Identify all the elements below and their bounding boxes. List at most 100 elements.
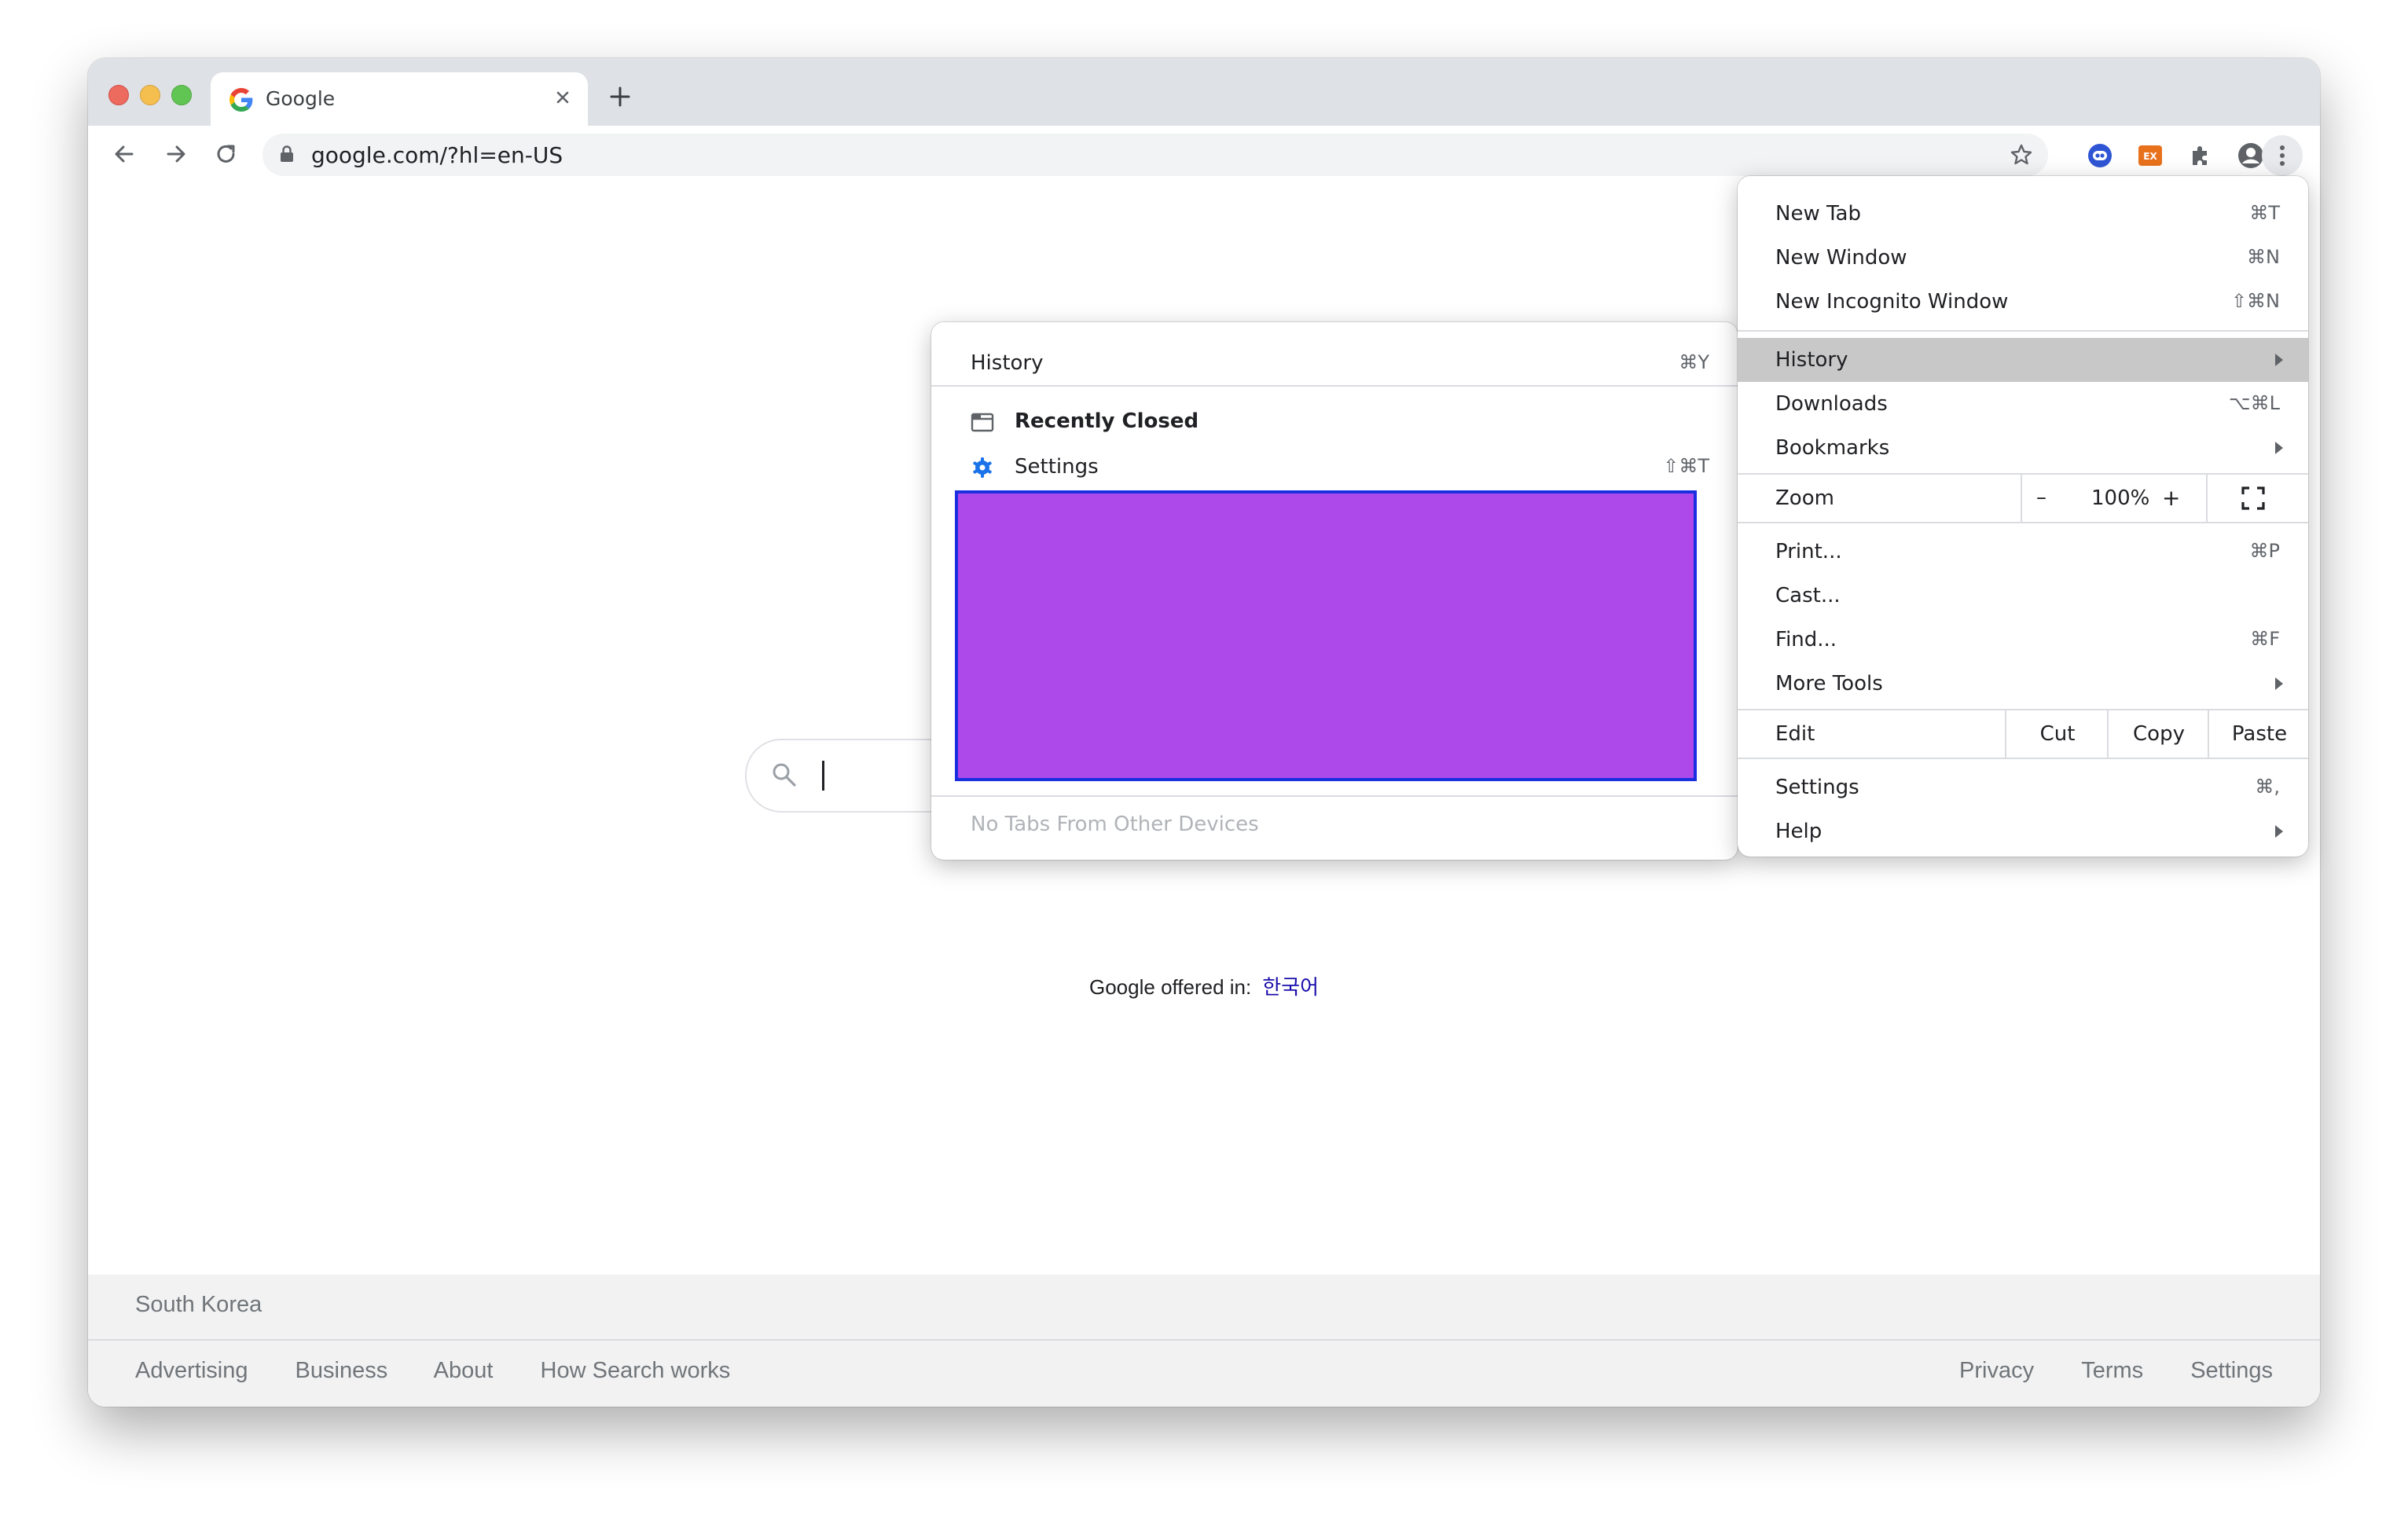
footer-link-settings[interactable]: Settings [2190, 1358, 2273, 1383]
footer-link-advertising[interactable]: Advertising [135, 1358, 248, 1383]
menu-separator [1738, 330, 2308, 332]
menu-separator [1738, 758, 2308, 759]
menu-new-incognito-shortcut: ⇧⌘N [2230, 290, 2280, 312]
menu-downloads[interactable]: Downloads ⌥⌘L [1738, 382, 2308, 426]
close-tab-icon[interactable] [550, 85, 575, 110]
lock-icon[interactable] [280, 145, 294, 163]
menu-find-label: Find... [1775, 628, 1837, 651]
language-offer: Google offered in: 한국어 [88, 971, 2320, 1000]
address-bar[interactable]: google.com/?hl=en-US [262, 134, 2048, 176]
history-menu-item[interactable]: History ⌘Y [931, 341, 1738, 385]
country-label: South Korea [135, 1292, 262, 1317]
footer-link-how-search-works[interactable]: How Search works [541, 1358, 731, 1383]
minimize-window-button[interactable] [140, 85, 160, 105]
url-text[interactable]: google.com/?hl=en-US [311, 142, 563, 168]
menu-history-label: History [1775, 348, 1848, 372]
footer-divider [88, 1339, 2320, 1341]
chrome-menu-button[interactable] [2262, 135, 2303, 176]
menu-new-incognito-window[interactable]: New Incognito Window ⇧⌘N [1738, 280, 2308, 324]
footer-link-privacy[interactable]: Privacy [1959, 1358, 2034, 1383]
recently-closed-header: Recently Closed [931, 399, 1738, 443]
menu-print-label: Print... [1775, 540, 1842, 563]
history-shortcut: ⌘Y [1679, 351, 1709, 373]
history-separator [931, 385, 1738, 387]
new-tab-plus-icon[interactable] [607, 83, 633, 110]
svg-text:EX: EX [2143, 151, 2157, 162]
menu-zoom-row: Zoom – 100% + [1738, 475, 2308, 522]
menu-downloads-label: Downloads [1775, 392, 1888, 416]
copy-button[interactable]: Copy [2107, 710, 2209, 758]
menu-new-window[interactable]: New Window ⌘N [1738, 236, 2308, 280]
menu-bookmarks[interactable]: Bookmarks [1738, 426, 2308, 470]
zoom-out-button[interactable]: – [2036, 486, 2046, 509]
menu-new-tab-label: New Tab [1775, 202, 1861, 226]
back-arrow-icon[interactable] [108, 138, 140, 170]
zoom-level: 100% [2091, 486, 2150, 510]
extension-ex-icon[interactable]: EX [2136, 141, 2164, 170]
menu-settings-shortcut: ⌘, [2255, 776, 2280, 798]
bookmark-star-icon[interactable] [2009, 142, 2034, 167]
menu-new-tab-shortcut: ⌘T [2249, 202, 2280, 224]
reopen-shortcut: ⇧⌘T [1663, 455, 1709, 477]
menu-new-window-shortcut: ⌘N [2247, 246, 2280, 268]
menu-new-incognito-label: New Incognito Window [1775, 290, 2009, 314]
menu-new-tab[interactable]: New Tab ⌘T [1738, 192, 2308, 236]
offered-label: Google offered in: [1089, 975, 1252, 999]
menu-edit-row: Edit Cut Copy Paste [1738, 710, 2308, 758]
search-icon [773, 763, 796, 787]
footer-link-business[interactable]: Business [295, 1358, 388, 1383]
menu-settings[interactable]: Settings ⌘, [1738, 765, 2308, 809]
menu-more-tools[interactable]: More Tools [1738, 662, 2308, 706]
menu-edit-label: Edit [1775, 722, 1815, 746]
menu-separator [1738, 522, 2308, 523]
tab-google[interactable]: Google [211, 72, 588, 126]
history-submenu: History ⌘Y Recently Closed Settings ⇧⌘T … [931, 322, 1738, 860]
menu-print[interactable]: Print... ⌘P [1738, 530, 2308, 574]
menu-zoom-label: Zoom [1775, 486, 1834, 510]
menu-more-tools-label: More Tools [1775, 672, 1883, 695]
menu-help[interactable]: Help [1738, 809, 2308, 853]
footer-link-about[interactable]: About [434, 1358, 494, 1383]
fullscreen-icon[interactable] [2241, 486, 2266, 511]
paste-button[interactable]: Paste [2208, 710, 2310, 758]
language-link-korean[interactable]: 한국어 [1262, 975, 1319, 999]
menu-new-window-label: New Window [1775, 246, 1907, 270]
menu-bookmarks-label: Bookmarks [1775, 436, 1890, 460]
recently-closed-settings-label: Settings [1015, 455, 1099, 479]
menu-settings-label: Settings [1775, 776, 1859, 799]
footer-link-terms[interactable]: Terms [2081, 1358, 2143, 1383]
menu-find-shortcut: ⌘F [2250, 628, 2280, 650]
zoom-window-button[interactable] [171, 85, 192, 105]
tab-title: Google [266, 87, 336, 110]
text-caret [822, 761, 824, 791]
menu-cast[interactable]: Cast... [1738, 574, 2308, 618]
cut-button[interactable]: Cut [2005, 710, 2109, 758]
window-icon [971, 413, 994, 432]
menu-find[interactable]: Find... ⌘F [1738, 618, 2308, 662]
submenu-arrow-icon [2275, 354, 2283, 366]
menu-help-label: Help [1775, 820, 1823, 843]
highlight-overlay [955, 490, 1697, 781]
footer-left-links: Advertising Business About How Search wo… [135, 1358, 771, 1384]
extensions-puzzle-icon[interactable] [2186, 141, 2215, 170]
menu-downloads-shortcut: ⌥⌘L [2228, 392, 2280, 414]
no-tabs-other-devices: No Tabs From Other Devices [971, 813, 1259, 836]
footer: South Korea Advertising Business About H… [88, 1275, 2320, 1407]
zoom-in-button[interactable]: + [2162, 485, 2180, 511]
chrome-main-menu: New Tab ⌘T New Window ⌘N New Incognito W… [1738, 176, 2308, 857]
devices-separator [931, 795, 1738, 797]
footer-right-links: Privacy Terms Settings [1918, 1358, 2273, 1384]
submenu-arrow-icon [2275, 825, 2283, 838]
forward-arrow-icon[interactable] [160, 138, 192, 170]
tab-strip: Google [88, 58, 2320, 126]
recently-closed-settings-item[interactable]: Settings ⇧⌘T [931, 445, 1738, 489]
profile-avatar-icon[interactable] [2237, 141, 2265, 170]
submenu-arrow-icon [2275, 677, 2283, 690]
extension-blue-icon[interactable] [2086, 141, 2114, 170]
three-dots-vertical-icon [2280, 145, 2285, 166]
reload-icon[interactable] [211, 138, 242, 170]
menu-cast-label: Cast... [1775, 584, 1841, 607]
menu-history[interactable]: History [1738, 338, 2308, 382]
google-favicon-icon [229, 88, 253, 112]
close-window-button[interactable] [108, 85, 129, 105]
